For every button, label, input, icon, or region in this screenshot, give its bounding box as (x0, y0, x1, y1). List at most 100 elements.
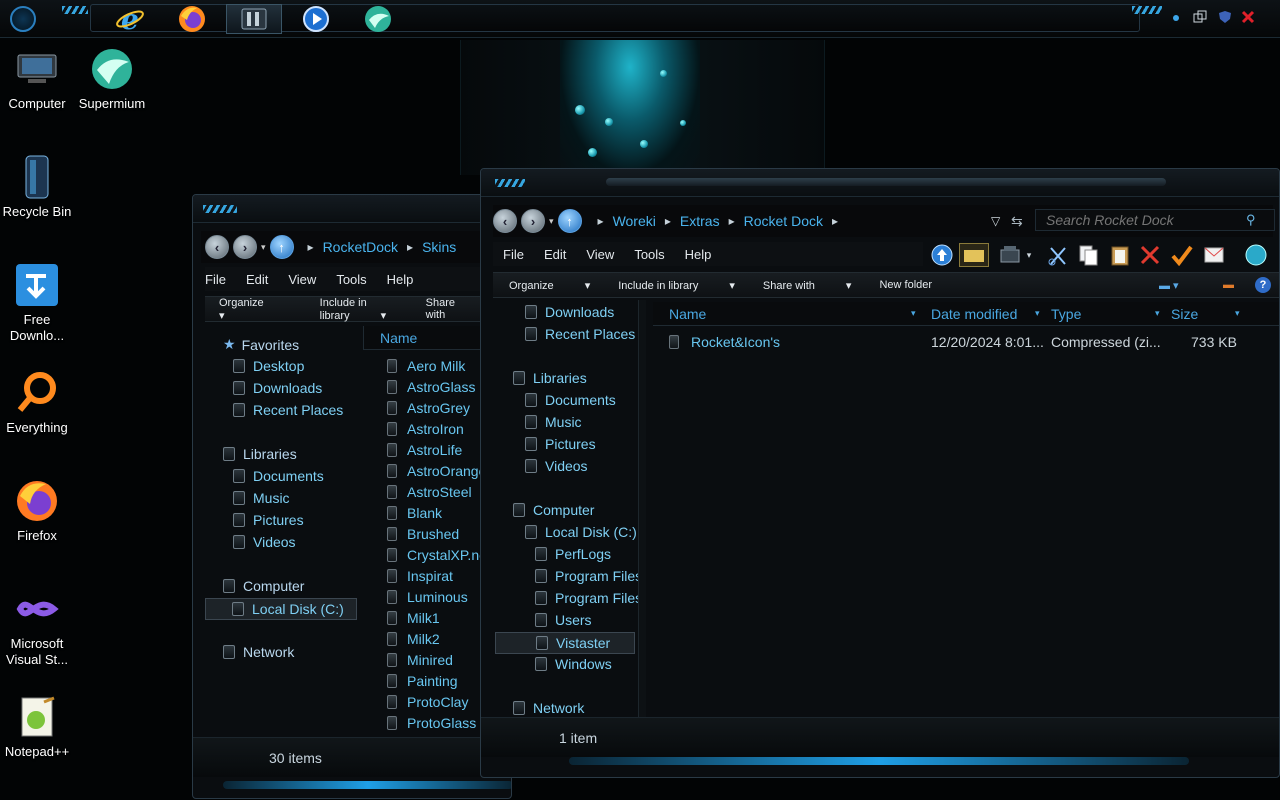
column-header-name[interactable]: Name (669, 306, 706, 322)
copy-icon[interactable] (1075, 243, 1101, 267)
desktop-icon-visual-studio[interactable]: Microsoft Visual St... (0, 586, 74, 668)
delete-icon[interactable] (1137, 243, 1163, 267)
drive-dropdown-icon[interactable]: ▾ (1023, 243, 1035, 267)
preview-pane-icon[interactable]: ▬ (1223, 279, 1234, 291)
list-item[interactable]: Aero Milk (387, 358, 465, 374)
nav-folder-vistaster[interactable]: Vistaster (495, 632, 635, 654)
nav-downloads[interactable]: Downloads (525, 304, 614, 320)
breadcrumb-item[interactable]: Woreki (613, 213, 656, 229)
history-dropdown-icon[interactable]: ▾ (261, 242, 266, 253)
desktop-icon-notepad-plus-plus[interactable]: Notepad++ (0, 694, 74, 760)
list-item[interactable]: CrystalXP.net (387, 547, 491, 563)
menu-edit[interactable]: Edit (246, 272, 268, 287)
nav-folder-program-files-x86[interactable]: Program Files (535, 590, 642, 606)
menu-tools[interactable]: Tools (336, 272, 366, 287)
list-item[interactable]: Painting (387, 673, 458, 689)
media-player-icon[interactable] (288, 4, 344, 34)
nav-folder-windows[interactable]: Windows (535, 656, 612, 672)
list-item[interactable]: Milk1 (387, 610, 440, 626)
list-item[interactable]: AstroIron (387, 421, 464, 437)
include-in-library-button[interactable]: Include in library ▾ (320, 297, 398, 322)
cut-icon[interactable] (1045, 243, 1071, 267)
up-folder-icon[interactable] (929, 243, 955, 267)
desktop-icon-firefox[interactable]: Firefox (0, 478, 74, 544)
nav-network[interactable]: Network (513, 700, 584, 716)
column-header-type[interactable]: Type (1051, 306, 1081, 322)
search-box[interactable]: ⚲ (1035, 209, 1275, 231)
up-button[interactable]: ↑ (269, 235, 294, 259)
nav-libraries[interactable]: Libraries (513, 370, 587, 386)
address-bar[interactable]: ‹ › ▾ ↑ ▸ RocketDock ▸ Skins (201, 231, 511, 263)
window-titlebar[interactable] (193, 195, 511, 223)
nav-local-disk[interactable]: Local Disk (C:) (525, 524, 637, 540)
explorer-icon[interactable] (226, 4, 282, 34)
ie-icon[interactable]: e (102, 4, 158, 34)
share-with-button[interactable]: Share with (426, 297, 483, 321)
nav-documents[interactable]: Documents (525, 392, 616, 408)
nav-favorites[interactable]: ★ Favorites (223, 336, 299, 353)
table-row[interactable]: Rocket&Icon's 12/20/2024 8:01... Compres… (669, 334, 1269, 350)
breadcrumb-item[interactable]: RocketDock (323, 239, 398, 255)
desktop-icon-free-download-manager[interactable]: Free Downlo... (0, 262, 74, 344)
nav-recent-places[interactable]: Recent Places (525, 326, 635, 342)
menu-file[interactable]: File (205, 272, 226, 287)
column-header-date-modified[interactable]: Date modified (931, 306, 1017, 322)
network-tray-icon[interactable] (1193, 10, 1207, 24)
supermium-icon[interactable] (350, 4, 406, 34)
list-item[interactable]: Minired (387, 652, 453, 668)
globe-icon[interactable] (1243, 243, 1269, 267)
nav-local-disk[interactable]: Local Disk (C:) (205, 598, 357, 620)
list-item[interactable]: AstroGlass (387, 379, 475, 395)
menu-help[interactable]: Help (387, 272, 414, 287)
properties-icon[interactable] (1201, 243, 1227, 267)
organize-button[interactable]: Organize ▾ (219, 297, 292, 322)
refresh-icon[interactable]: ⇆ (1011, 213, 1023, 230)
close-tray-icon[interactable] (1241, 10, 1255, 24)
back-button[interactable]: ‹ (205, 235, 229, 259)
organize-button[interactable]: Organize ▾ (509, 279, 590, 292)
desktop-icon-everything[interactable]: Everything (0, 370, 74, 436)
address-dropdown-icon[interactable]: ▽ (991, 214, 1000, 228)
desktop-icon-recycle-bin[interactable]: Recycle Bin (0, 154, 74, 220)
address-bar[interactable]: ‹ › ▾ ↑ ▸ Woreki ▸ Extras ▸ Rocket Dock … (493, 205, 1275, 237)
list-item[interactable]: AstroSteel (387, 484, 472, 500)
share-with-button[interactable]: Share with ▾ (763, 279, 852, 292)
column-dropdown-icon[interactable]: ▾ (1035, 308, 1040, 319)
menu-edit[interactable]: Edit (544, 247, 566, 262)
nav-folder-program-files[interactable]: Program Files (535, 568, 642, 584)
nav-folder-perflogs[interactable]: PerfLogs (535, 546, 611, 562)
breadcrumb-item[interactable]: Skins (422, 239, 456, 255)
breadcrumb-item[interactable]: Extras (680, 213, 720, 229)
list-item[interactable]: Milk2 (387, 631, 440, 647)
nav-music[interactable]: Music (525, 414, 582, 430)
nav-pictures[interactable]: Pictures (233, 512, 304, 528)
nav-desktop[interactable]: Desktop (233, 358, 304, 374)
list-item[interactable]: ProtoClay (387, 694, 468, 710)
desktop-icon-supermium[interactable]: Supermium (75, 46, 149, 112)
nav-videos[interactable]: Videos (525, 458, 588, 474)
view-options-icon[interactable]: ▬ ▾ (1159, 279, 1179, 292)
list-item[interactable]: Luminous (387, 589, 468, 605)
help-icon[interactable]: ? (1255, 277, 1271, 293)
list-item[interactable]: AstroLife (387, 442, 462, 458)
column-header-size[interactable]: Size (1171, 306, 1198, 322)
nav-videos[interactable]: Videos (233, 534, 296, 550)
folder-toggle-icon[interactable] (959, 243, 989, 267)
nav-downloads[interactable]: Downloads (233, 380, 322, 396)
forward-button[interactable]: › (521, 209, 545, 233)
search-icon[interactable]: ⚲ (1246, 212, 1256, 228)
column-dropdown-icon[interactable]: ▾ (1235, 308, 1240, 319)
list-item[interactable]: AstroOrange (387, 463, 486, 479)
back-button[interactable]: ‹ (493, 209, 517, 233)
explorer-window-skins[interactable]: ‹ › ▾ ↑ ▸ RocketDock ▸ Skins File Edit V… (192, 194, 512, 799)
drive-map-icon[interactable] (997, 243, 1023, 267)
menu-tools[interactable]: Tools (634, 247, 664, 262)
nav-documents[interactable]: Documents (233, 468, 324, 484)
start-orb-icon[interactable] (10, 6, 36, 32)
paste-icon[interactable] (1107, 243, 1133, 267)
list-item[interactable]: Brushed (387, 526, 459, 542)
firefox-icon[interactable] (164, 4, 220, 34)
up-button[interactable]: ↑ (557, 209, 582, 233)
desktop-icon-computer[interactable]: Computer (0, 46, 74, 112)
list-item[interactable]: Blank (387, 505, 442, 521)
